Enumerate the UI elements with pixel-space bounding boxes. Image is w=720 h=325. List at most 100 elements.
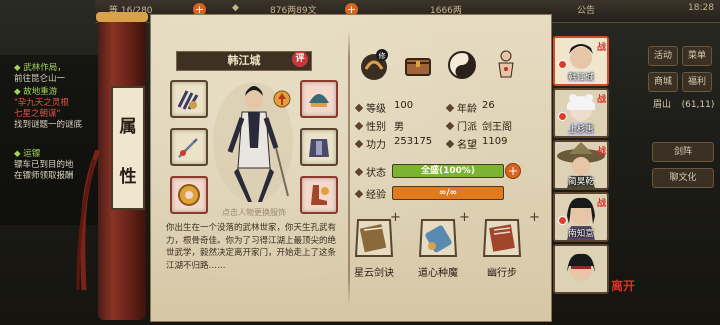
skill-tome-icon[interactable]	[480, 216, 524, 260]
quest-line: ◆ 武林作局，	[14, 63, 66, 73]
party-member-name: 上杉惠	[568, 125, 594, 135]
quest-line: 镖车已到目的地	[14, 160, 74, 170]
stat-status-label: 状态	[354, 164, 386, 179]
status-bar: 全盛(100%)	[392, 164, 504, 178]
party-member-slot[interactable]: 战 南知意	[553, 192, 609, 242]
skill-name: 幽行步	[487, 268, 517, 279]
attribute-tab-label[interactable]: 属 性	[111, 86, 145, 210]
quest-line: ◆ 故地重游	[14, 87, 58, 97]
in-battle-badge: 战	[596, 199, 606, 209]
party-member-slot[interactable]: 战 韩江城	[553, 36, 609, 86]
quest-line: 前往昆仑山一	[14, 74, 66, 84]
party-member-slot[interactable]	[553, 244, 609, 294]
close-label: 离开	[611, 278, 635, 293]
stat-fame-value: 1109	[482, 136, 508, 147]
add-skill-icon[interactable]: +	[459, 210, 470, 225]
tassel-icon	[76, 150, 101, 290]
activity-button[interactable]: 活动	[648, 46, 678, 66]
quest-line: "孕九天之灵根	[14, 98, 69, 108]
yin-yang-icon[interactable]	[444, 47, 480, 83]
quest-line: ◆ 运镖	[14, 149, 41, 159]
in-battle-badge: 战	[596, 43, 606, 53]
svg-text:修: 修	[379, 51, 386, 60]
stat-label: 状态	[366, 168, 386, 179]
stat-gender-value: 男	[394, 122, 404, 133]
party-member-list: 战 韩江城 战 上杉惠 战 蔺昊乾 战 南知意	[553, 36, 609, 325]
notification-dot	[558, 60, 567, 69]
skill-book-icon[interactable]	[352, 216, 396, 260]
rating-button[interactable]: 评	[292, 51, 308, 67]
shop-button[interactable]: 商城	[648, 72, 678, 92]
stat-label: 门派	[457, 122, 477, 133]
party-member-name: 韩江城	[568, 73, 594, 83]
clock-text: 18:28	[688, 3, 714, 13]
chat-button[interactable]: 聊文化	[652, 168, 714, 188]
equip-slot-accessory[interactable]	[170, 176, 208, 214]
close-panel-button[interactable]: 离开	[606, 270, 640, 304]
notification-dot	[558, 216, 567, 225]
coin-icon: ◆	[232, 3, 239, 13]
stat-label: 经验	[366, 190, 386, 201]
menu-button[interactable]: 菜单	[682, 46, 712, 66]
exp-bar: ∞/∞	[392, 186, 504, 200]
add-skill-icon[interactable]: +	[529, 210, 540, 225]
restore-status-button[interactable]: +	[505, 163, 521, 179]
label-char: 属	[119, 117, 137, 137]
character-bio: 你出生在一个没落的武林世家，你天生孔武有力，根骨奇佳。你为了习得江湖上最顶尖的绝…	[166, 223, 337, 271]
equip-slot-hidden-weapon[interactable]	[170, 128, 208, 166]
exp-bar-text: ∞/∞	[438, 188, 458, 198]
stat-exp-label: 经验	[354, 186, 386, 201]
helmet-icon	[309, 94, 329, 107]
equip-slot-boots[interactable]	[300, 176, 338, 214]
meridian-figure-icon[interactable]	[488, 47, 524, 83]
character-name: 韩江城	[227, 54, 261, 67]
quest-line: 七星之朝谋"	[14, 109, 61, 119]
stat-sect-value: 剑王阁	[482, 122, 512, 133]
promote-icon[interactable]	[273, 90, 291, 108]
portrait-icon	[567, 253, 595, 281]
quest-line: 在镖师领取报酬	[14, 171, 74, 181]
stat-power-value: 253175	[394, 136, 433, 147]
change-outfit-hint: 点击人物更换服饰	[222, 208, 286, 217]
skill-scroll-icon[interactable]	[416, 216, 460, 260]
stat-label: 年龄	[457, 104, 477, 115]
party-member-name: 蔺昊乾	[568, 177, 594, 187]
stat-level-label: 等级	[354, 100, 386, 115]
equip-slot-weapon[interactable]	[170, 80, 208, 118]
stat-gender-label: 性别	[354, 118, 386, 133]
stat-age-value: 26	[482, 100, 495, 111]
equip-slot-helmet[interactable]	[300, 80, 338, 118]
scroll-rod-cap	[96, 12, 148, 22]
skill-name: 星云剑诀	[354, 268, 394, 279]
quest-line: 找到谜题一的谜底	[14, 120, 83, 130]
party-member-slot[interactable]: 战 上杉惠	[553, 88, 609, 138]
claw-weapon-icon	[177, 90, 199, 110]
stat-label: 功力	[366, 140, 386, 151]
sword-array-button[interactable]: 剑阵	[652, 142, 714, 162]
cultivation-icon[interactable]: 修	[356, 47, 392, 83]
game-side-menu: 活动 菜单 商城 福利 眉山 (61,11) 剑阵 聊文化	[640, 38, 720, 198]
party-member-slot[interactable]: 战 蔺昊乾	[553, 140, 609, 190]
stat-label: 等级	[366, 104, 386, 115]
in-battle-badge: 战	[596, 147, 606, 157]
location-name: 眉山	[652, 100, 671, 110]
stat-label: 名望	[457, 140, 477, 151]
treasure-chest-icon[interactable]	[400, 47, 436, 83]
notification-dot	[558, 112, 567, 121]
stat-sect-label: 门派	[445, 118, 477, 133]
stat-age-label: 年龄	[445, 100, 477, 115]
jade-ring-icon	[178, 184, 200, 206]
status-bar-text: 全盛(100%)	[420, 166, 476, 176]
stat-power-label: 功力	[354, 136, 386, 151]
in-battle-badge: 战	[596, 95, 606, 105]
stat-level-value: 100	[394, 100, 414, 111]
welfare-button[interactable]: 福利	[682, 72, 712, 92]
notice-button[interactable]: 公告	[577, 3, 595, 16]
equip-slot-armor[interactable]	[300, 128, 338, 166]
stat-label: 性别	[366, 122, 386, 133]
boots-icon	[311, 185, 329, 205]
party-member-name: 南知意	[568, 229, 594, 239]
dart-icon	[178, 138, 198, 158]
label-char: 性	[119, 167, 137, 187]
stat-fame-label: 名望	[445, 136, 477, 151]
